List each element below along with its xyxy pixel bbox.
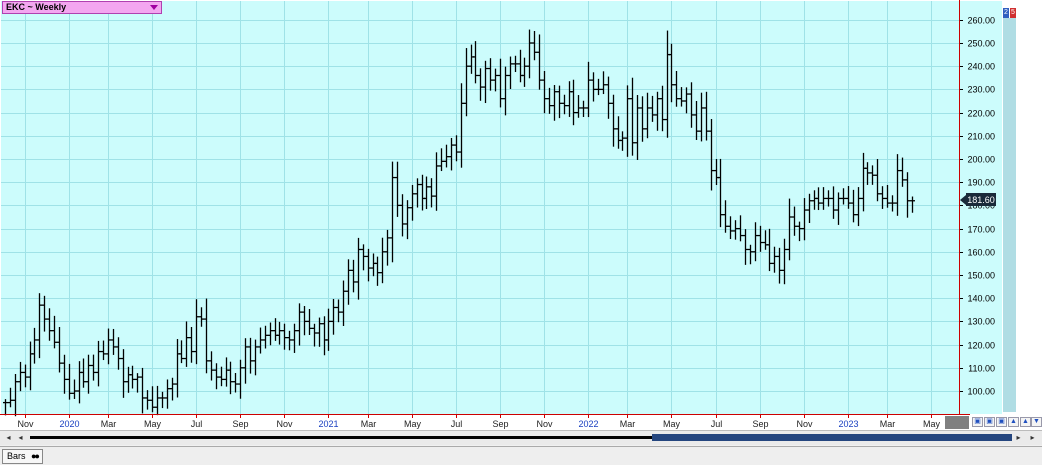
last-price-label: 181.60 [967, 195, 995, 205]
toolbar-button-4[interactable]: ▲ [1008, 417, 1019, 427]
x-tick-label: Jul [711, 419, 723, 429]
y-tick-label: 120.00 [967, 341, 995, 351]
toolbar-button-5[interactable]: ▲ [1020, 417, 1031, 427]
y-tick-label: 190.00 [967, 178, 995, 188]
y-tick-label: 210.00 [967, 132, 995, 142]
toolbar-button-2[interactable]: ▣ [984, 417, 995, 427]
scroll-thumb[interactable] [652, 434, 1012, 441]
symbol-selector[interactable]: EKC ~ Weekly [2, 1, 162, 14]
scroll-end-button[interactable]: ▸ [1028, 433, 1037, 442]
x-tick-label: Mar [101, 419, 117, 429]
y-tick-label: 150.00 [967, 271, 995, 281]
y-tick-label: 200.00 [967, 155, 995, 165]
toolbar-button-6[interactable]: ▼ [1031, 417, 1042, 427]
top-button-5[interactable]: 5 [1010, 8, 1016, 18]
toolbar-button-1[interactable]: ▣ [972, 417, 983, 427]
horizontal-scrollbar[interactable]: ◂ ◂ ▸ ▸ [0, 430, 1042, 445]
axis-grip[interactable] [945, 416, 969, 429]
scroll-left-button[interactable]: ◂ [16, 433, 25, 442]
status-bar: Bars ●● [0, 446, 1042, 465]
x-tick-label: May [663, 419, 681, 429]
y-tick-label: 240.00 [967, 62, 995, 72]
scroll-start-button[interactable]: ◂ [4, 433, 13, 442]
x-tick-label: May [404, 419, 422, 429]
y-tick-label: 130.00 [967, 317, 995, 327]
toolbar-button-3[interactable]: ▣ [996, 417, 1007, 427]
y-tick-label: 100.00 [967, 387, 995, 397]
right-side-panel[interactable] [1003, 18, 1016, 412]
x-tick-label: 2023 [838, 419, 858, 429]
y-tick-label: 250.00 [967, 39, 995, 49]
x-tick-label: 2022 [578, 419, 598, 429]
symbol-label: EKC ~ Weekly [6, 2, 67, 12]
x-tick-label: Mar [880, 419, 896, 429]
x-tick-label: Mar [620, 419, 636, 429]
x-tick-label: Nov [17, 419, 34, 429]
x-tick-label: Jul [451, 419, 463, 429]
scroll-right-button[interactable]: ▸ [1014, 433, 1023, 442]
x-tick-label: May [144, 419, 162, 429]
x-tick-label: Nov [796, 419, 813, 429]
tab-bars[interactable]: Bars ●● [2, 449, 43, 464]
x-tick-label: 2020 [59, 419, 79, 429]
y-tick-label: 160.00 [967, 248, 995, 258]
x-tick-label: 2021 [318, 419, 338, 429]
y-tick-label: 170.00 [967, 225, 995, 235]
x-tick-label: May [923, 419, 941, 429]
triangle-down-icon[interactable] [150, 5, 158, 10]
plot-area [1, 1, 959, 414]
x-tick-label: Nov [276, 419, 293, 429]
tab-bars-label: Bars [7, 451, 26, 461]
x-tick-label: Sep [752, 419, 768, 429]
chart-area: 100.00 110.00 120.00 130.00 140.00 150.00 160.… [0, 0, 1042, 430]
x-tick-label: Sep [232, 419, 248, 429]
x-tick-label: Mar [361, 419, 377, 429]
top-button-2[interactable]: 2 [1003, 8, 1009, 18]
price-chart[interactable]: 100.00 110.00 120.00 130.00 140.00 150.00 160.… [0, 0, 1042, 430]
two-dots-icon: ●● [31, 451, 40, 461]
x-tick-label: Nov [536, 419, 553, 429]
y-tick-label: 110.00 [968, 364, 995, 374]
x-tick-label: Sep [492, 419, 508, 429]
y-tick-label: 220.00 [967, 109, 995, 119]
y-tick-label: 260.00 [967, 16, 995, 26]
y-tick-label: 140.00 [967, 294, 995, 304]
y-tick-label: 230.00 [967, 85, 995, 95]
x-tick-label: Jul [191, 419, 203, 429]
